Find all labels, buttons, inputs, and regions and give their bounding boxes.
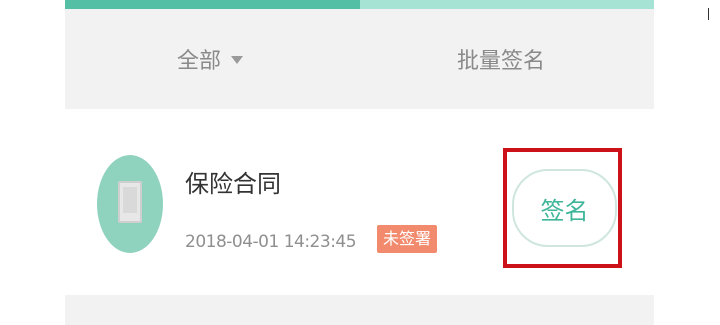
app-frame: 全部 批量签名 保险合同 2018-04-01 14:23:45 未签署 签名 bbox=[65, 0, 654, 325]
document-datetime: 2018-04-01 14:23:45 bbox=[185, 232, 357, 252]
document-avatar bbox=[97, 155, 163, 253]
edge-mark bbox=[708, 8, 709, 20]
document-title: 保险合同 bbox=[185, 170, 281, 198]
filter-all-dropdown[interactable]: 全部 bbox=[177, 43, 244, 75]
progress-bar-fill bbox=[65, 0, 360, 9]
list-separator bbox=[65, 295, 654, 325]
document-card[interactable]: 保险合同 2018-04-01 14:23:45 未签署 签名 bbox=[65, 109, 654, 295]
caret-down-icon bbox=[231, 56, 244, 64]
sign-button[interactable]: 签名 bbox=[512, 169, 617, 247]
status-badge: 未签署 bbox=[377, 225, 438, 253]
filter-bar: 全部 批量签名 bbox=[65, 9, 654, 109]
progress-bar bbox=[65, 0, 654, 9]
batch-sign-button[interactable]: 批量签名 bbox=[457, 43, 545, 75]
filter-all-label: 全部 bbox=[177, 49, 222, 74]
document-icon bbox=[118, 181, 142, 223]
